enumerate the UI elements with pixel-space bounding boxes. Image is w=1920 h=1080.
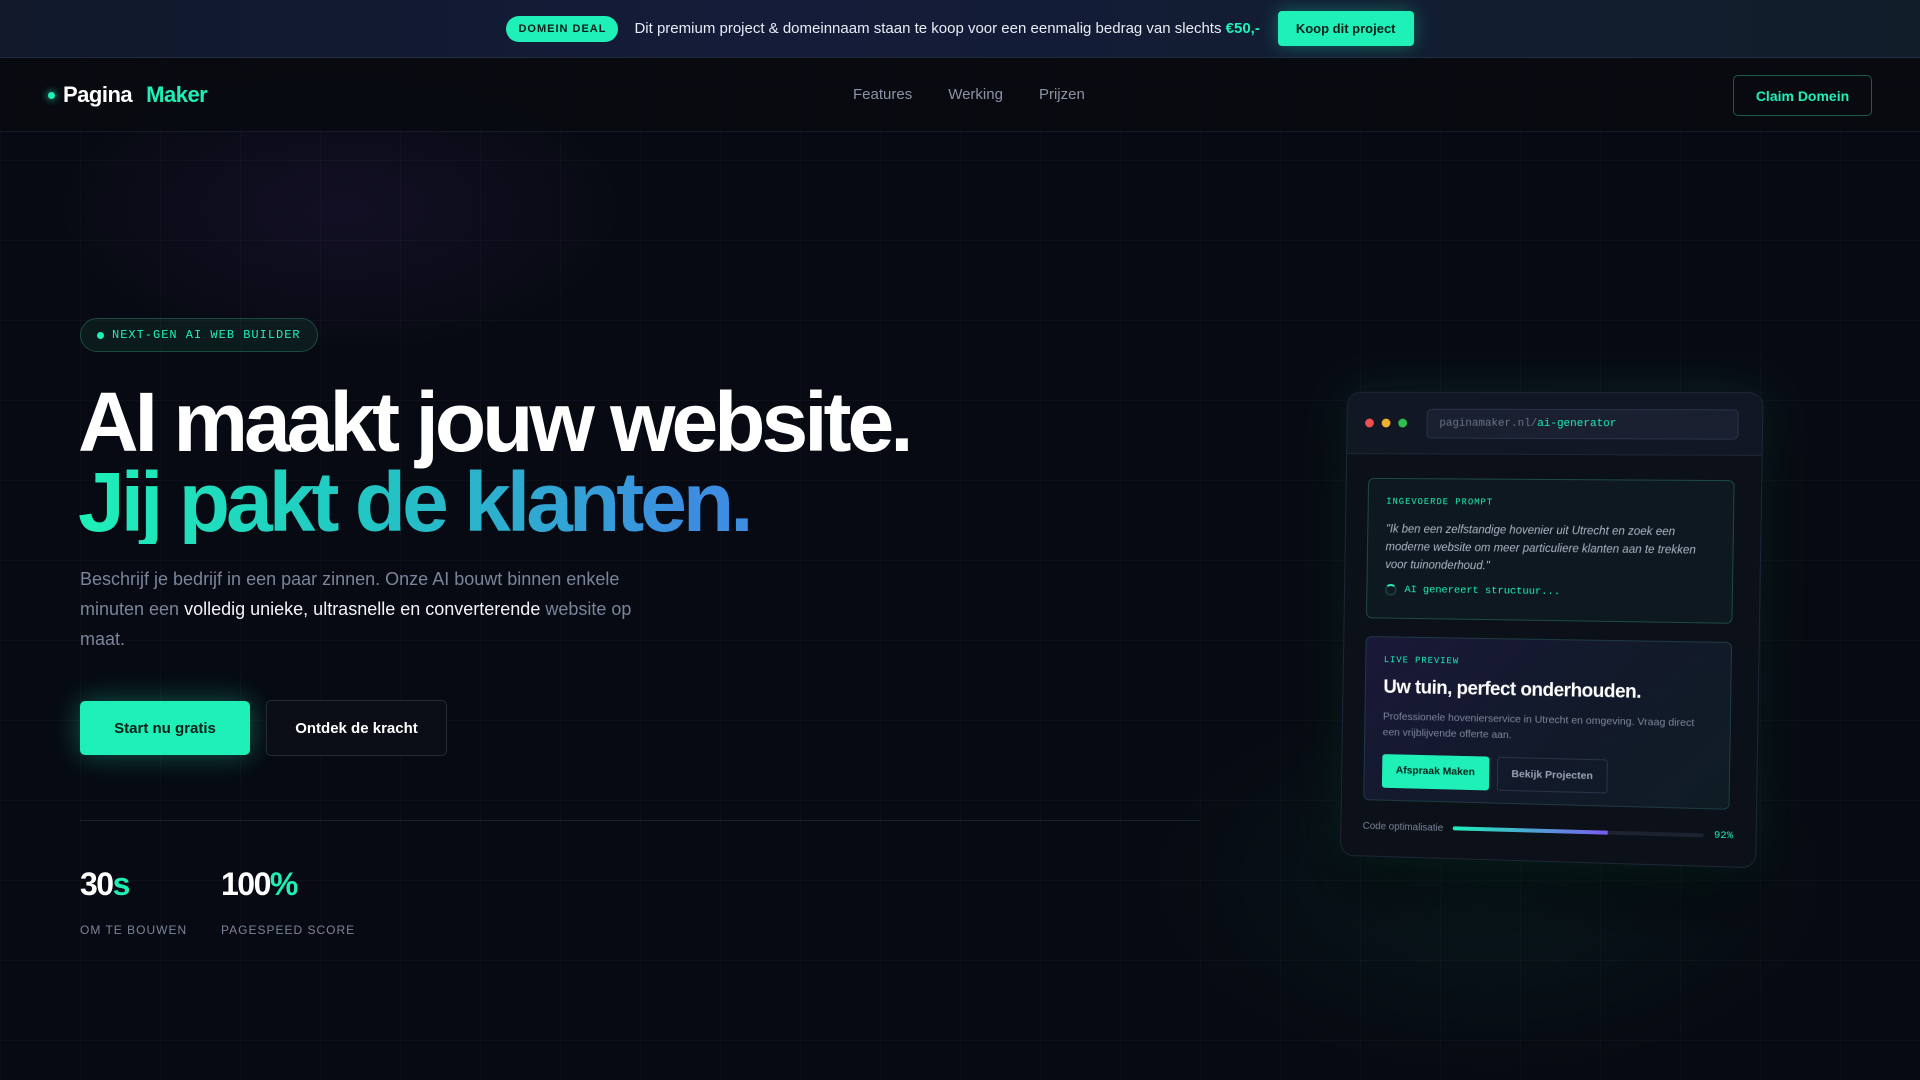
logo-dot-icon bbox=[48, 91, 55, 99]
domain-deal-banner: DOMEIN DEAL Dit premium project & domein… bbox=[0, 0, 1920, 58]
stat-unit: % bbox=[269, 866, 298, 902]
deal-badge: DOMEIN DEAL bbox=[506, 15, 619, 42]
prompt-card: INGEVOERDE PROMPT "Ik ben een zelfstandi… bbox=[1365, 477, 1735, 624]
generating-status: AI genereert structuur... bbox=[1384, 583, 1714, 600]
progress-value: 92% bbox=[1713, 829, 1734, 843]
close-dot-icon bbox=[1365, 418, 1374, 428]
stat-value: 100% bbox=[221, 866, 355, 903]
logo[interactable]: Pagina Maker bbox=[48, 82, 208, 108]
discover-button[interactable]: Ontdek de kracht bbox=[266, 700, 447, 756]
url-domain: paginamaker.nl/ bbox=[1439, 417, 1538, 430]
url-path: ai-generator bbox=[1537, 417, 1617, 430]
nav-link-prijzen[interactable]: Prijzen bbox=[1039, 86, 1085, 103]
hero-headline-line1: AI maakt jouw website. bbox=[78, 375, 914, 469]
mockup-titlebar: paginamaker.nl/ai-generator bbox=[1347, 392, 1763, 456]
browser-mockup: paginamaker.nl/ai-generator INGEVOERDE P… bbox=[1339, 391, 1764, 872]
nav-link-werking[interactable]: Werking bbox=[948, 86, 1003, 103]
maximize-dot-icon bbox=[1398, 418, 1408, 428]
stat-value: 30s bbox=[80, 866, 187, 903]
mockup-url-bar: paginamaker.nl/ai-generator bbox=[1426, 408, 1739, 440]
stat-label: PAGESPEED SCORE bbox=[221, 923, 356, 937]
hero-subtitle: Beschrijf je bedrijf in een paar zinnen.… bbox=[80, 564, 640, 654]
deal-description: Dit premium project & domeinnaam staan t… bbox=[634, 20, 1222, 37]
mockup-window: paginamaker.nl/ai-generator INGEVOERDE P… bbox=[1339, 391, 1764, 869]
preview-label: LIVE PREVIEW bbox=[1383, 655, 1460, 667]
stat-pagespeed: 100% PAGESPEED SCORE bbox=[221, 866, 355, 937]
hero-tag-text: NEXT-GEN AI WEB BUILDER bbox=[112, 328, 301, 342]
stat-unit: s bbox=[112, 866, 131, 902]
preview-buttons: Afspraak Maken Bekijk Projecten bbox=[1381, 754, 1711, 796]
buy-project-button[interactable]: Koop dit project bbox=[1277, 11, 1414, 46]
preview-projects-button: Bekijk Projecten bbox=[1496, 756, 1609, 794]
prompt-label: INGEVOERDE PROMPT bbox=[1386, 496, 1494, 508]
code-optimization-progress: Code optimalisatie 92% bbox=[1363, 820, 1734, 842]
generating-text: AI genereert structuur... bbox=[1404, 584, 1561, 599]
tag-dot-icon bbox=[97, 331, 104, 339]
preview-description: Professionele hovenierservice in Utrecht… bbox=[1382, 710, 1695, 742]
main-navigation: Pagina Maker Features Werking Prijzen Cl… bbox=[0, 58, 1920, 132]
stat-number: 30 bbox=[80, 866, 114, 902]
hero-headline-line2: Jij pakt de klanten. bbox=[78, 455, 754, 549]
start-free-button[interactable]: Start nu gratis bbox=[80, 701, 250, 755]
preview-appointment-button: Afspraak Maken bbox=[1381, 754, 1489, 791]
spinner-icon bbox=[1384, 583, 1397, 596]
logo-text-primary: Pagina bbox=[63, 82, 133, 107]
logo-text-accent: Maker bbox=[146, 82, 208, 107]
live-preview-card: LIVE PREVIEW Uw tuin, perfect onderhoude… bbox=[1363, 636, 1733, 810]
stat-label: OM TE BOUWEN bbox=[80, 923, 188, 937]
stat-number: 100 bbox=[221, 866, 271, 902]
nav-link-features[interactable]: Features bbox=[853, 86, 912, 103]
progress-fill bbox=[1453, 826, 1608, 835]
deal-price: €50,- bbox=[1225, 20, 1260, 37]
hero-subtitle-highlight: volledig unieke, ultrasnelle en converte… bbox=[184, 599, 541, 619]
nav-links: Features Werking Prijzen bbox=[853, 86, 1085, 103]
stats-divider bbox=[80, 820, 1200, 821]
deal-text: Dit premium project & domeinnaam staan t… bbox=[634, 20, 1259, 37]
claim-domain-button[interactable]: Claim Domein bbox=[1733, 75, 1872, 116]
progress-track bbox=[1453, 826, 1704, 838]
preview-title: Uw tuin, perfect onderhouden. bbox=[1383, 676, 1642, 703]
stat-build-time: 30s OM TE BOUWEN bbox=[80, 866, 187, 937]
hero-tag: NEXT-GEN AI WEB BUILDER bbox=[80, 318, 318, 352]
minimize-dot-icon bbox=[1381, 418, 1391, 428]
progress-label: Code optimalisatie bbox=[1362, 820, 1444, 834]
prompt-text: "Ik ben een zelfstandige hovenier uit Ut… bbox=[1385, 523, 1696, 573]
